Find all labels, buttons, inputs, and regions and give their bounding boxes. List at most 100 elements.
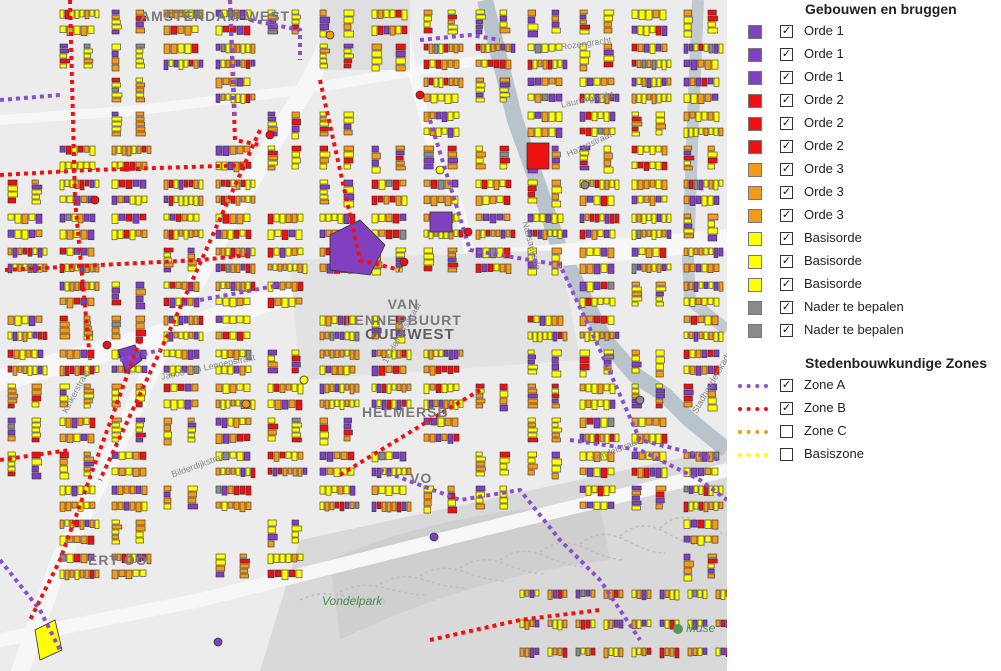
layer-checkbox[interactable]: ✓ bbox=[780, 163, 793, 176]
building bbox=[117, 485, 124, 495]
building bbox=[645, 247, 653, 258]
layer-checkbox[interactable]: ✓ bbox=[780, 48, 793, 61]
layer-checkbox[interactable]: ✓ bbox=[780, 278, 793, 291]
layer-checkbox[interactable]: ✓ bbox=[780, 71, 793, 84]
building bbox=[697, 467, 705, 476]
building bbox=[637, 195, 644, 204]
building bbox=[111, 389, 120, 396]
layer-checkbox[interactable] bbox=[780, 425, 793, 438]
building bbox=[273, 553, 280, 563]
building bbox=[175, 213, 182, 222]
map-canvas[interactable] bbox=[0, 0, 727, 671]
building bbox=[645, 417, 653, 426]
building bbox=[273, 247, 280, 256]
building bbox=[267, 349, 277, 356]
layer-checkbox[interactable]: ✓ bbox=[780, 324, 793, 337]
building bbox=[267, 526, 276, 534]
building bbox=[297, 213, 304, 222]
building bbox=[31, 427, 41, 433]
map-marker bbox=[435, 165, 445, 175]
building bbox=[687, 589, 693, 599]
building bbox=[505, 59, 512, 70]
building bbox=[31, 437, 40, 443]
layer-checkbox[interactable] bbox=[780, 448, 793, 461]
building bbox=[661, 93, 667, 102]
building bbox=[125, 467, 133, 476]
building bbox=[87, 535, 95, 545]
building bbox=[401, 501, 407, 511]
building bbox=[135, 63, 145, 69]
building bbox=[631, 367, 640, 374]
building bbox=[600, 263, 608, 273]
building bbox=[707, 563, 715, 569]
layer-checkbox[interactable]: ✓ bbox=[780, 402, 793, 415]
building bbox=[31, 417, 41, 423]
building bbox=[267, 383, 274, 393]
building bbox=[170, 25, 178, 35]
building bbox=[295, 229, 303, 240]
building bbox=[288, 229, 296, 238]
building bbox=[399, 179, 407, 187]
layer-checkbox[interactable]: ✓ bbox=[780, 232, 793, 245]
building bbox=[343, 145, 354, 152]
building bbox=[707, 390, 716, 398]
building bbox=[614, 433, 620, 443]
building bbox=[59, 58, 71, 64]
building bbox=[395, 336, 406, 344]
legend-zone-item: Basiszone bbox=[727, 445, 1001, 465]
building bbox=[146, 553, 152, 565]
building bbox=[695, 77, 702, 87]
building bbox=[371, 50, 382, 58]
building bbox=[163, 297, 170, 307]
building bbox=[651, 263, 657, 272]
building bbox=[499, 263, 506, 273]
layer-checkbox[interactable]: ✓ bbox=[780, 186, 793, 199]
map-view[interactable]: AMSTERDAM-WEST VAN LENNEPBUURT OUD-WEST HEL… bbox=[0, 0, 727, 671]
building bbox=[655, 370, 664, 378]
building bbox=[524, 647, 530, 658]
building bbox=[557, 331, 563, 340]
building bbox=[593, 467, 601, 477]
building bbox=[458, 77, 464, 88]
layer-checkbox[interactable]: ✓ bbox=[780, 301, 793, 314]
building bbox=[319, 48, 330, 54]
layer-checkbox[interactable]: ✓ bbox=[780, 140, 793, 153]
building bbox=[77, 417, 84, 426]
building bbox=[510, 43, 516, 53]
layer-checkbox[interactable]: ✓ bbox=[780, 25, 793, 38]
building bbox=[111, 485, 118, 495]
building bbox=[534, 43, 542, 54]
layer-checkbox[interactable]: ✓ bbox=[780, 255, 793, 268]
building bbox=[451, 93, 459, 103]
building bbox=[187, 417, 195, 423]
building bbox=[222, 145, 230, 156]
building bbox=[235, 399, 241, 407]
legend-label: Basisorde bbox=[804, 253, 862, 268]
building bbox=[693, 43, 699, 52]
layer-checkbox[interactable]: ✓ bbox=[780, 117, 793, 130]
building bbox=[447, 163, 458, 170]
building bbox=[704, 535, 712, 543]
layer-checkbox[interactable]: ✓ bbox=[780, 379, 793, 392]
building bbox=[297, 467, 303, 477]
building bbox=[551, 398, 559, 404]
building bbox=[690, 535, 698, 545]
building bbox=[371, 43, 382, 51]
layer-checkbox[interactable]: ✓ bbox=[780, 209, 793, 222]
legend-label: Orde 1 bbox=[804, 46, 844, 61]
building bbox=[274, 569, 282, 577]
building bbox=[141, 501, 148, 512]
building bbox=[695, 297, 702, 305]
building bbox=[222, 25, 230, 33]
building bbox=[111, 321, 121, 328]
building bbox=[527, 463, 538, 470]
legend-building-item: ✓ Nader te bepalen bbox=[727, 298, 1001, 318]
building bbox=[319, 121, 329, 127]
building bbox=[591, 111, 598, 122]
building bbox=[453, 365, 460, 373]
building bbox=[631, 451, 639, 460]
building bbox=[83, 417, 90, 425]
color-swatch bbox=[748, 232, 762, 246]
building bbox=[655, 433, 662, 444]
layer-checkbox[interactable]: ✓ bbox=[780, 94, 793, 107]
